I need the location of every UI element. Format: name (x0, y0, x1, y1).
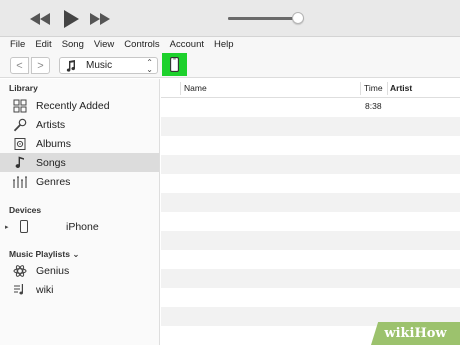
sidebar-item-iphone[interactable]: ▸ iPhone (0, 217, 159, 236)
menu-file[interactable]: File (10, 39, 25, 50)
sidebar-item-label: Albums (36, 137, 72, 150)
song-list: 8:38 Name Time Artist (161, 79, 460, 345)
player-bar (0, 0, 460, 37)
play-button[interactable] (58, 0, 84, 37)
sidebar-item-label: Songs (36, 156, 66, 169)
sidebar-item-artists[interactable]: Artists (0, 115, 159, 134)
column-header-artist[interactable]: Artist (390, 83, 412, 93)
menu-edit[interactable]: Edit (35, 39, 51, 50)
iphone-icon (170, 57, 179, 72)
music-note-icon (66, 59, 80, 72)
grid-icon (12, 98, 28, 114)
empty-row (161, 155, 460, 174)
sidebar-item-recently-added[interactable]: Recently Added (0, 96, 159, 115)
wikihow-watermark-logo: wikiHow (371, 322, 460, 345)
menu-controls[interactable]: Controls (124, 39, 159, 50)
chevron-down-icon: ⌄ (72, 249, 80, 259)
empty-row (161, 250, 460, 269)
fast-forward-icon (90, 12, 110, 25)
play-icon (64, 9, 79, 28)
music-note-icon (12, 155, 28, 171)
menu-view[interactable]: View (94, 39, 114, 50)
genres-icon (12, 174, 28, 190)
empty-row (161, 193, 460, 212)
select-arrows-icon: ⌃ ⌄ (146, 58, 153, 74)
disclosure-triangle-icon[interactable]: ▸ (5, 223, 9, 231)
rewind-icon (30, 12, 50, 25)
menu-help[interactable]: Help (214, 39, 234, 50)
album-icon (12, 136, 28, 152)
media-kind-select[interactable]: Music ⌃ ⌄ (59, 57, 158, 74)
table-cell-time: 8:38 (365, 101, 382, 111)
microphone-icon (12, 117, 28, 133)
empty-row (161, 231, 460, 250)
sidebar-item-label: Genius (36, 264, 70, 277)
back-button[interactable]: < (10, 57, 29, 74)
chevron-right-icon: > (37, 59, 44, 72)
column-divider (387, 82, 388, 95)
table-header: Name Time Artist (161, 79, 460, 98)
chevron-left-icon: < (16, 59, 23, 72)
menu-account[interactable]: Account (170, 39, 204, 50)
volume-slider-knob[interactable] (291, 12, 304, 24)
sidebar-item-songs[interactable]: Songs (0, 153, 159, 172)
sidebar-item-label: Genres (36, 175, 71, 188)
fast-forward-button[interactable] (88, 0, 114, 37)
forward-button[interactable]: > (31, 57, 50, 74)
music-playlists-header[interactable]: Music Playlists ⌄ (9, 249, 79, 260)
column-header-name[interactable]: Name (184, 83, 207, 93)
column-divider (360, 82, 361, 95)
menu-bar: File Edit Song View Controls Account Hel… (0, 37, 460, 52)
empty-row (161, 288, 460, 307)
sidebar-item-label: iPhone (66, 220, 99, 233)
menu-song[interactable]: Song (62, 39, 84, 50)
sidebar-item-albums[interactable]: Albums (0, 134, 159, 153)
sidebar-item-wiki[interactable]: wiki (0, 280, 159, 299)
toolbar: < > Music ⌃ ⌄ (0, 52, 460, 78)
library-header: Library (9, 83, 38, 93)
rewind-button[interactable] (28, 0, 54, 37)
table-row[interactable]: 8:38 (161, 98, 460, 117)
iphone-icon (16, 219, 32, 235)
sidebar-item-genius[interactable]: Genius (0, 261, 159, 280)
sidebar-item-label: Artists (36, 118, 66, 131)
device-button[interactable] (162, 53, 187, 76)
empty-row (161, 174, 460, 193)
empty-row (161, 212, 460, 231)
devices-header: Devices (9, 205, 42, 215)
sidebar: Library Recently Added Artists Albums So… (0, 79, 160, 345)
sidebar-item-genres[interactable]: Genres (0, 172, 159, 191)
column-divider (180, 82, 181, 95)
genius-atom-icon (12, 263, 28, 279)
empty-row (161, 136, 460, 155)
playlist-icon (12, 282, 28, 298)
column-header-time[interactable]: Time (364, 83, 383, 93)
sidebar-item-label: Recently Added (36, 99, 110, 112)
media-kind-label: Music (86, 60, 113, 71)
sidebar-item-label: wiki (36, 283, 54, 296)
empty-row (161, 117, 460, 136)
volume-slider-fill (228, 17, 298, 20)
empty-row (161, 269, 460, 288)
